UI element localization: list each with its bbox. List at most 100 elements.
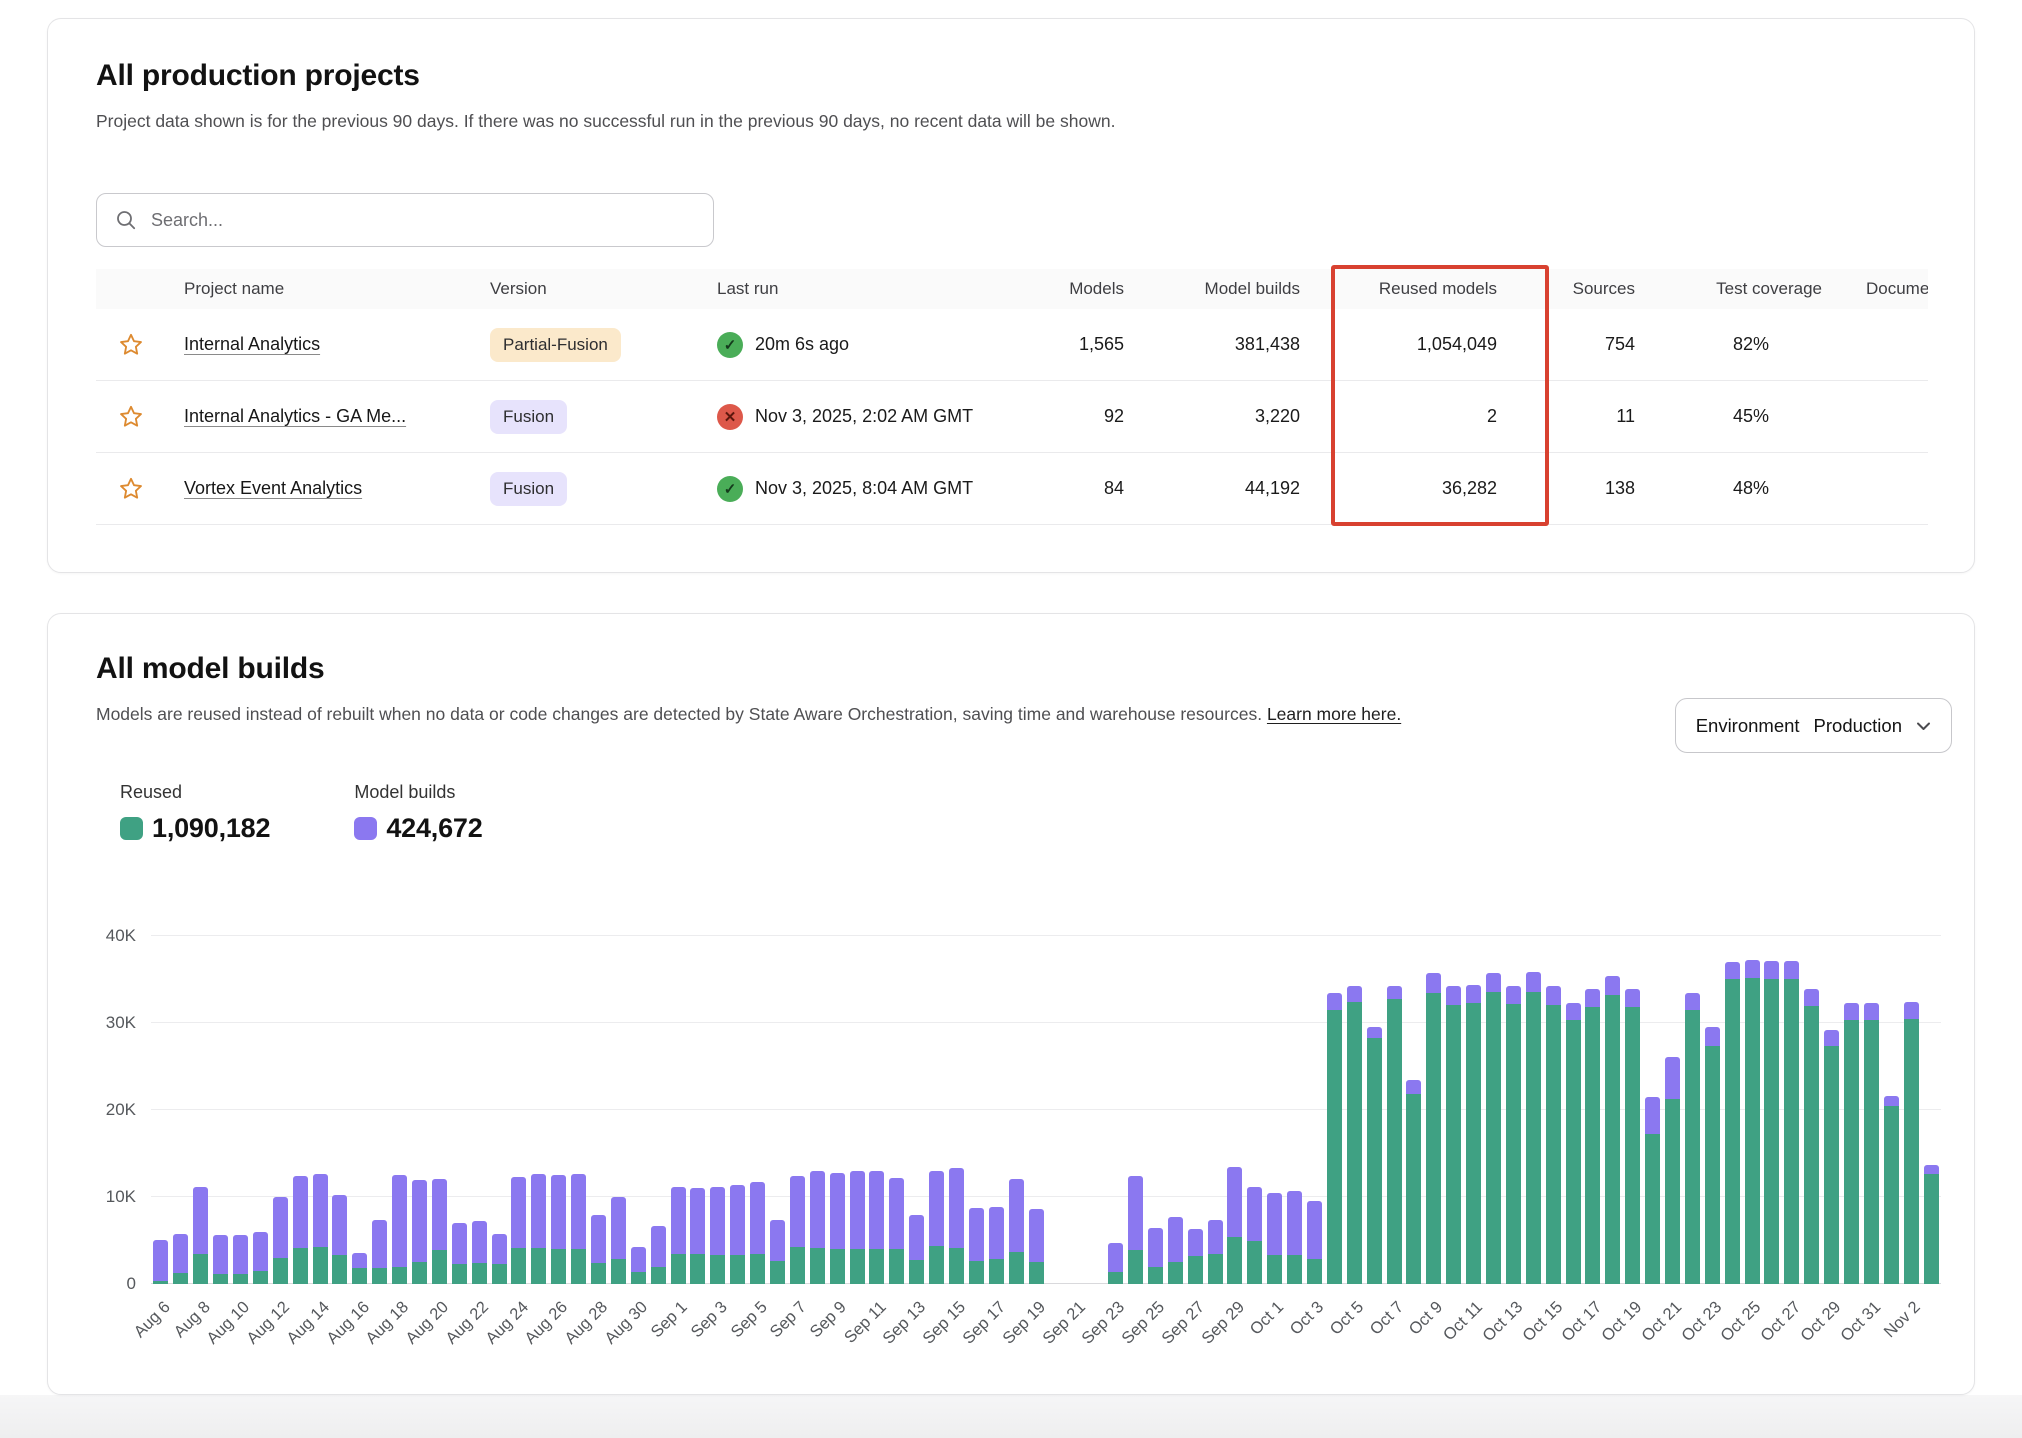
chart-bar[interactable]: [1486, 973, 1501, 1284]
chart-bar[interactable]: [213, 1235, 228, 1284]
chart-bar[interactable]: [810, 1171, 825, 1284]
chart-bar[interactable]: [313, 1174, 328, 1284]
chart-bar[interactable]: [1745, 960, 1760, 1284]
chart-bar[interactable]: [651, 1226, 666, 1284]
search-input[interactable]: [151, 210, 695, 231]
learn-more-link[interactable]: Learn more here.: [1267, 704, 1401, 724]
chart-bar[interactable]: [1247, 1187, 1262, 1284]
chart-bar[interactable]: [511, 1177, 526, 1284]
chart-bar[interactable]: [1367, 1027, 1382, 1284]
chart-bar[interactable]: [253, 1232, 268, 1284]
chart-bar[interactable]: [1546, 986, 1561, 1284]
project-search[interactable]: [96, 193, 714, 247]
chart-bar[interactable]: [1029, 1209, 1044, 1284]
chart-bar[interactable]: [1864, 1003, 1879, 1284]
star-icon[interactable]: [118, 476, 144, 502]
chart-bar[interactable]: [392, 1175, 407, 1284]
chart-bar[interactable]: [1227, 1167, 1242, 1284]
chart-bar[interactable]: [1406, 1080, 1421, 1284]
chart-bar[interactable]: [1148, 1228, 1163, 1284]
chart-bar[interactable]: [472, 1221, 487, 1284]
chart-bar[interactable]: [1904, 1002, 1919, 1284]
sources-value: 138: [1501, 478, 1639, 499]
chart-bar[interactable]: [193, 1187, 208, 1284]
chart-bar[interactable]: [850, 1171, 865, 1284]
chart-bar[interactable]: [631, 1247, 646, 1284]
chart-bar[interactable]: [1605, 976, 1620, 1284]
chart-bar[interactable]: [531, 1174, 546, 1284]
chart-bar[interactable]: [989, 1207, 1004, 1284]
chart-bar[interactable]: [1585, 989, 1600, 1284]
chart-bar[interactable]: [412, 1180, 427, 1284]
project-name-link[interactable]: Vortex Event Analytics: [184, 478, 362, 498]
chart-bar[interactable]: [492, 1234, 507, 1284]
chart-bar[interactable]: [1884, 1096, 1899, 1284]
chart-bar[interactable]: [611, 1197, 626, 1284]
chart-bar[interactable]: [432, 1179, 447, 1284]
chart-bar[interactable]: [1645, 1097, 1660, 1284]
project-name-link[interactable]: Internal Analytics: [184, 334, 320, 354]
chart-bar[interactable]: [332, 1195, 347, 1284]
chart-bar[interactable]: [1387, 986, 1402, 1284]
chart-bar[interactable]: [1446, 986, 1461, 1284]
chart-bar[interactable]: [690, 1188, 705, 1284]
chart-bar[interactable]: [1208, 1220, 1223, 1284]
chart-bar[interactable]: [1426, 973, 1441, 1284]
star-icon[interactable]: [118, 332, 144, 358]
chart-bar[interactable]: [1566, 1003, 1581, 1284]
chart-bar[interactable]: [1764, 961, 1779, 1284]
chart-bar[interactable]: [909, 1215, 924, 1284]
chart-bar[interactable]: [1844, 1003, 1859, 1284]
chart-bar[interactable]: [1924, 1165, 1939, 1284]
chart-bar[interactable]: [1108, 1243, 1123, 1284]
chart-bar[interactable]: [1188, 1229, 1203, 1284]
chart-bar[interactable]: [1466, 985, 1481, 1284]
chart-bar[interactable]: [730, 1185, 745, 1284]
version-badge: Fusion: [490, 400, 567, 434]
chart-bar[interactable]: [1784, 961, 1799, 1284]
chart-bar[interactable]: [1506, 986, 1521, 1284]
chart-bar[interactable]: [173, 1234, 188, 1284]
chart-bar[interactable]: [1168, 1217, 1183, 1284]
chart-bar[interactable]: [671, 1187, 686, 1284]
chart-bar[interactable]: [929, 1171, 944, 1284]
chart-bar[interactable]: [949, 1168, 964, 1284]
chart-bar[interactable]: [1327, 993, 1342, 1284]
chart-bar[interactable]: [969, 1208, 984, 1284]
chart-bar[interactable]: [770, 1220, 785, 1284]
chart-bar[interactable]: [352, 1253, 367, 1284]
chart-bar[interactable]: [153, 1240, 168, 1284]
chart-bar[interactable]: [372, 1220, 387, 1284]
dashboard-page: All production projects Project data sho…: [0, 0, 2022, 1438]
chart-bar[interactable]: [1625, 989, 1640, 1284]
chart-bar[interactable]: [273, 1197, 288, 1284]
chart-bar[interactable]: [1725, 962, 1740, 1284]
chart-bar[interactable]: [710, 1187, 725, 1284]
chart-bar[interactable]: [869, 1171, 884, 1284]
chart-bar[interactable]: [1685, 993, 1700, 1284]
chart-bar[interactable]: [830, 1173, 845, 1284]
star-icon[interactable]: [118, 404, 144, 430]
chart-bar[interactable]: [551, 1175, 566, 1284]
chart-bar[interactable]: [1705, 1027, 1720, 1284]
chart-bar[interactable]: [1128, 1176, 1143, 1284]
chart-bar[interactable]: [1009, 1179, 1024, 1284]
chart-bar[interactable]: [1824, 1030, 1839, 1284]
chart-bar[interactable]: [293, 1176, 308, 1284]
chart-bar[interactable]: [233, 1235, 248, 1284]
chart-bar[interactable]: [750, 1182, 765, 1284]
project-name-link[interactable]: Internal Analytics - GA Me...: [184, 406, 406, 426]
chart-bar[interactable]: [1804, 989, 1819, 1284]
chart-bar[interactable]: [790, 1176, 805, 1284]
chart-bar[interactable]: [1307, 1201, 1322, 1284]
chart-bar[interactable]: [1287, 1191, 1302, 1284]
chart-bar[interactable]: [1526, 972, 1541, 1284]
chart-bar[interactable]: [452, 1223, 467, 1284]
chart-bar[interactable]: [591, 1215, 606, 1284]
environment-select[interactable]: Environment Production: [1675, 698, 1952, 753]
chart-bar[interactable]: [1267, 1193, 1282, 1284]
chart-bar[interactable]: [1347, 986, 1362, 1284]
chart-bar[interactable]: [571, 1174, 586, 1284]
chart-bar[interactable]: [1665, 1057, 1680, 1284]
chart-bar[interactable]: [889, 1178, 904, 1284]
